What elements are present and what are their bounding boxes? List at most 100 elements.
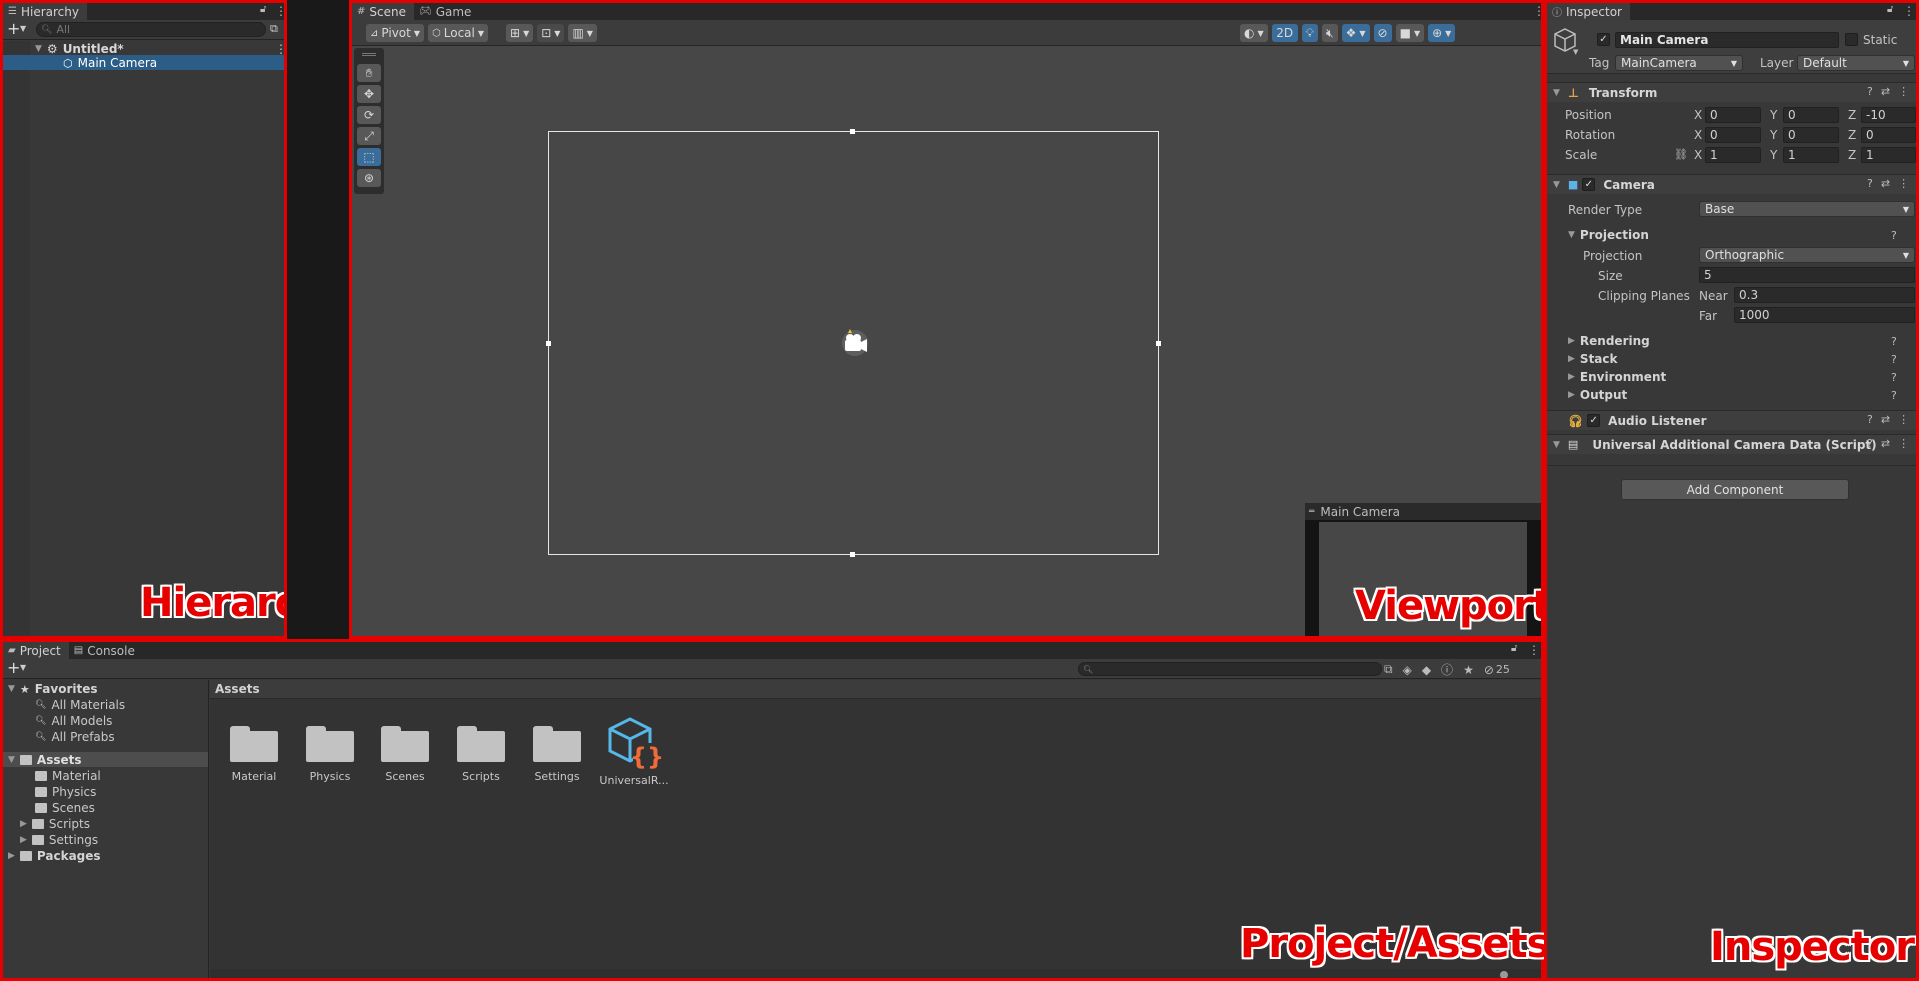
component-menu-icon[interactable]: ⋮ bbox=[1898, 437, 1909, 450]
tab-inspector[interactable]: ⓘ Inspector bbox=[1547, 3, 1630, 20]
favorite-star-icon[interactable]: ★ bbox=[1463, 663, 1474, 677]
tree-item-scenes[interactable]: Scenes bbox=[35, 801, 95, 815]
project-search-input[interactable]: 🔍︎ bbox=[1078, 662, 1382, 676]
presets-icon[interactable]: ⇄ bbox=[1881, 177, 1890, 190]
script-component-header[interactable]: ▼ ▤ Universal Additional Camera Data (Sc… bbox=[1547, 434, 1916, 454]
hidden-packages-toggle[interactable]: ⊘ 25 bbox=[1484, 663, 1510, 677]
scene-row[interactable]: ▼ ⚙︎ Untitled* bbox=[35, 42, 283, 56]
expand-triangle-icon[interactable]: ▼ bbox=[8, 755, 15, 765]
chevron-down-icon[interactable]: ▼ bbox=[20, 24, 26, 33]
scene-menu-icon[interactable]: ⋮ bbox=[275, 42, 284, 56]
bottom-scrollbar[interactable] bbox=[210, 969, 1541, 978]
layer-dropdown[interactable]: Default ▼ bbox=[1797, 55, 1915, 71]
expand-triangle-icon[interactable]: ▼ bbox=[1553, 88, 1560, 98]
position-z-field[interactable]: -10 bbox=[1861, 107, 1916, 123]
near-clip-field[interactable]: 0.3 bbox=[1734, 287, 1915, 303]
tab-console[interactable]: ▤ Console bbox=[68, 642, 143, 659]
collapsed-triangle-icon[interactable]: ▶ bbox=[1568, 390, 1575, 400]
projection-dropdown[interactable]: Orthographic ▼ bbox=[1699, 247, 1915, 263]
expand-triangle-icon[interactable]: ▼ bbox=[1553, 440, 1560, 450]
expand-triangle-icon[interactable]: ▼ bbox=[1568, 230, 1575, 240]
rendering-section-header[interactable]: ▶ Rendering bbox=[1568, 334, 1650, 348]
collapsed-triangle-icon[interactable]: ▶ bbox=[1568, 372, 1575, 382]
help-icon[interactable]: ? bbox=[1867, 437, 1873, 450]
position-y-field[interactable]: 0 bbox=[1783, 107, 1839, 123]
search-filter-icon[interactable]: ⧉ bbox=[1384, 662, 1393, 677]
help-icon[interactable]: ? bbox=[1891, 371, 1897, 384]
render-type-dropdown[interactable]: Base ▼ bbox=[1699, 201, 1915, 217]
tree-item-assets[interactable]: ▼ Assets bbox=[8, 753, 82, 767]
environment-section-header[interactable]: ▶ Environment bbox=[1568, 370, 1666, 384]
move-tool-button[interactable]: ✥ bbox=[357, 85, 381, 103]
asset-folder-settings[interactable]: Settings bbox=[521, 722, 593, 783]
asset-folder-scenes[interactable]: Scenes bbox=[369, 722, 441, 783]
favorites-item-all-prefabs[interactable]: 🔍︎ All Prefabs bbox=[35, 730, 115, 744]
kebab-menu-icon[interactable]: ⋮ bbox=[1533, 4, 1541, 18]
asset-folder-physics[interactable]: Physics bbox=[294, 722, 366, 783]
favorites-header[interactable]: ▼ ★ Favorites bbox=[8, 682, 98, 696]
static-checkbox[interactable] bbox=[1845, 33, 1858, 46]
tab-hierarchy[interactable]: ☰ Hierarchy bbox=[3, 3, 87, 20]
tree-item-scripts[interactable]: ▶ Scripts bbox=[20, 817, 90, 831]
breadcrumb-assets[interactable]: Assets bbox=[215, 682, 260, 696]
component-menu-icon[interactable]: ⋮ bbox=[1898, 413, 1909, 426]
filter-by-log-type-icon[interactable]: ⓘ bbox=[1441, 661, 1453, 678]
asset-folder-material[interactable]: Material bbox=[218, 722, 290, 783]
help-icon[interactable]: ? bbox=[1867, 85, 1873, 98]
expand-triangle-icon[interactable]: ▼ bbox=[1553, 180, 1560, 190]
camera-enabled-checkbox[interactable]: ✓ bbox=[1582, 178, 1596, 191]
far-clip-field[interactable]: 1000 bbox=[1734, 307, 1915, 323]
kebab-menu-icon[interactable]: ⋮ bbox=[1528, 643, 1540, 657]
transform-header[interactable]: ▼ ⊥ Transform bbox=[1547, 82, 1916, 102]
collapsed-triangle-icon[interactable]: ▶ bbox=[20, 835, 27, 845]
collapsed-triangle-icon[interactable]: ▶ bbox=[1568, 336, 1575, 346]
tree-item-physics[interactable]: Physics bbox=[35, 785, 96, 799]
asset-folder-scripts[interactable]: Scripts bbox=[445, 722, 517, 783]
effects-toggle-button[interactable]: ❖ ▼ bbox=[1341, 24, 1370, 42]
drag-handle-icon[interactable]: ═ bbox=[1309, 507, 1314, 517]
tab-game[interactable]: 🎮︎ Game bbox=[413, 3, 480, 20]
tab-scene[interactable]: # Scene bbox=[352, 3, 414, 20]
scene-camera-button[interactable]: ■ ▼ bbox=[1395, 24, 1425, 42]
lock-icon[interactable]: 🔓︎ bbox=[1511, 643, 1517, 654]
help-icon[interactable]: ? bbox=[1891, 335, 1897, 348]
lock-icon[interactable]: 🔓︎ bbox=[1887, 4, 1893, 15]
zoom-slider-handle[interactable] bbox=[1500, 971, 1508, 978]
hierarchy-item-main-camera[interactable]: ⬡ Main Camera bbox=[63, 56, 157, 70]
toggle-2d-button[interactable]: 2D bbox=[1271, 24, 1298, 42]
kebab-menu-icon[interactable]: ⋮ bbox=[1903, 4, 1915, 18]
rotation-y-field[interactable]: 0 bbox=[1783, 127, 1839, 143]
audio-enabled-checkbox[interactable]: ✓ bbox=[1587, 414, 1601, 427]
tree-item-settings[interactable]: ▶ Settings bbox=[20, 833, 98, 847]
audio-toggle-button[interactable]: 🔇︎ bbox=[1322, 24, 1338, 42]
active-checkbox[interactable]: ✓ bbox=[1597, 33, 1610, 46]
help-icon[interactable]: ? bbox=[1891, 229, 1897, 242]
help-icon[interactable]: ? bbox=[1891, 353, 1897, 366]
transform-tool-button[interactable]: ⊛ bbox=[357, 169, 381, 187]
component-menu-icon[interactable]: ⋮ bbox=[1898, 85, 1909, 98]
lighting-toggle-button[interactable]: 💡︎ bbox=[1301, 24, 1319, 42]
rotate-tool-button[interactable]: ⟳ bbox=[357, 106, 381, 124]
filter-by-type-icon[interactable]: ◈ bbox=[1403, 663, 1412, 677]
rect-tool-button[interactable]: ⬚ bbox=[357, 148, 381, 166]
size-field[interactable]: 5 bbox=[1699, 267, 1915, 283]
expand-triangle-icon[interactable]: ▼ bbox=[8, 684, 15, 694]
collapsed-triangle-icon[interactable]: ▶ bbox=[20, 819, 27, 829]
tree-item-packages[interactable]: ▶ Packages bbox=[8, 849, 101, 863]
tab-project[interactable]: ▰ Project bbox=[3, 642, 69, 659]
help-icon[interactable]: ? bbox=[1867, 177, 1873, 190]
lock-icon[interactable]: 🔓︎ bbox=[260, 4, 266, 15]
constrain-proportions-icon[interactable]: ⛓︎ bbox=[1674, 148, 1688, 161]
rect-handle-top[interactable] bbox=[850, 129, 855, 134]
asset-universal-render-pipeline[interactable]: {} UniversalR... bbox=[598, 715, 670, 787]
expand-triangle-icon[interactable]: ▼ bbox=[35, 44, 42, 54]
favorites-item-all-materials[interactable]: 🔍︎ All Materials bbox=[35, 698, 125, 712]
hidden-objects-toggle[interactable]: ⊘ bbox=[1373, 24, 1392, 42]
local-button[interactable]: ⬡ Local ▼ bbox=[428, 24, 489, 42]
projection-section-header[interactable]: ▼ Projection bbox=[1568, 228, 1649, 242]
scale-x-field[interactable]: 1 bbox=[1705, 147, 1761, 163]
tree-item-material[interactable]: Material bbox=[35, 769, 101, 783]
kebab-menu-icon[interactable]: ⋮ bbox=[275, 4, 284, 18]
hand-tool-button[interactable]: ✋︎ bbox=[357, 64, 381, 82]
help-icon[interactable]: ? bbox=[1867, 413, 1873, 426]
